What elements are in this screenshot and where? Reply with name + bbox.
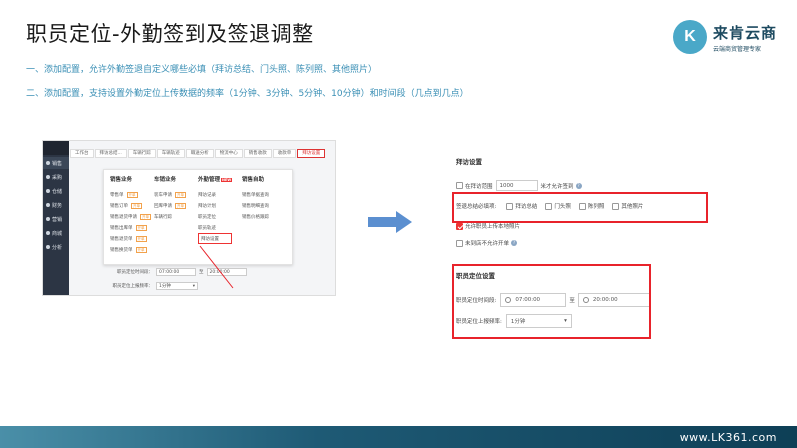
footer-url[interactable]: www.LK361.com (680, 431, 777, 444)
no-signout-checkbox[interactable] (456, 239, 463, 247)
range-input[interactable]: 1000 (495, 180, 538, 191)
no-signout-label: 未到店不允许开单 (465, 241, 510, 247)
no-signout-row: 未到店不允许开单 ? (456, 239, 518, 247)
visit-settings-title: 拜访设置 (456, 158, 482, 166)
highlight-required-box (452, 192, 708, 223)
range-label: 在拜访范围 (465, 183, 493, 190)
highlight-locate-box (452, 264, 651, 339)
upload-checkbox[interactable] (456, 222, 463, 230)
right-arrow-icon (368, 211, 412, 233)
upload-label: 允许职员上传本地照片 (465, 224, 521, 230)
settings-panel: 拜访设置 在拜访范围 1000 米才允许签到 ? 签退总结必填项: 拜访总结 门… (446, 150, 768, 365)
upload-row: 允许职员上传本地照片 (456, 222, 520, 230)
range-checkbox[interactable] (456, 182, 463, 189)
footer-bar: www.LK361.com (0, 426, 797, 448)
info-icon: ? (575, 182, 582, 189)
info-icon: ? (511, 240, 518, 246)
range-suffix: 米才允许签到 (540, 183, 574, 190)
range-row: 在拜访范围 1000 米才允许签到 ? (456, 180, 582, 191)
